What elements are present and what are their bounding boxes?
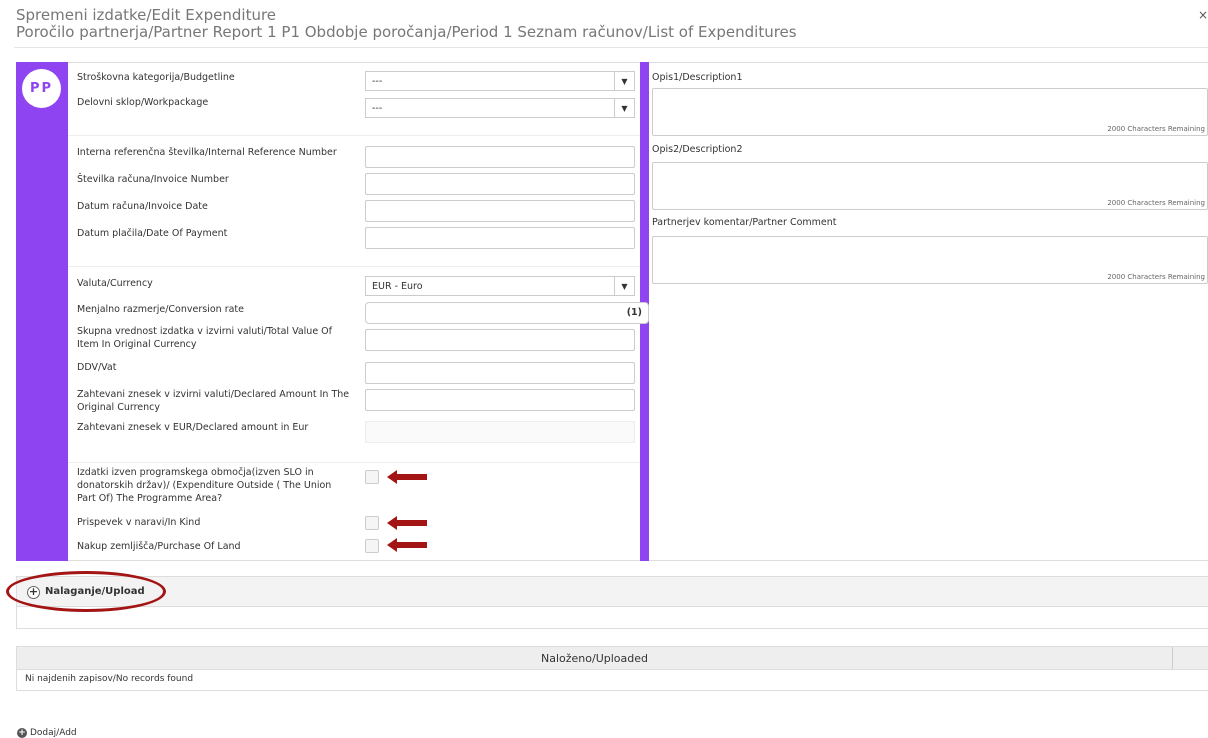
close-icon[interactable]: × [1198,8,1208,22]
invoice-date-label: Datum računa/Invoice Date [77,201,208,212]
description1-label: Opis1/Description1 [652,72,743,83]
description1-textarea[interactable]: 2000 Characters Remaining [652,88,1208,136]
vat-input[interactable] [365,362,635,384]
currency-select[interactable]: EUR - Euro ▼ [365,276,635,296]
upload-panel-header[interactable] [16,576,1208,607]
chevron-down-icon[interactable]: ▼ [614,72,634,90]
vat-label: DDV/Vat [77,362,117,373]
chevron-down-icon[interactable]: ▼ [614,277,634,295]
declared-orig-label: Zahtevani znesek v izvirni valuti/Declar… [77,389,350,413]
breadcrumb: Poročilo partnerja/Partner Report 1 P1 O… [16,23,797,41]
uploaded-table-header: Naloženo/Uploaded [16,646,1208,670]
column-divider [1172,647,1173,669]
internal-ref-input[interactable] [365,146,635,168]
declared-eur-value [365,421,635,443]
char-counter: 2000 Characters Remaining [1107,273,1205,281]
arrow-left-icon [387,516,427,530]
page-title: Spremeni izdatke/Edit Expenditure [16,6,277,24]
table-row: Ni najdenih zapisov/No records found [16,670,1208,691]
partner-badge: PP [22,69,61,108]
uploaded-column-header: Naloženo/Uploaded [541,652,648,665]
header-divider [14,47,1208,48]
conversion-label: Menjalno razmerje/Conversion rate [77,304,244,315]
purchase-land-checkbox[interactable] [365,539,379,553]
budgetline-label: Stroškovna kategorija/Budgetline [77,72,235,83]
in-kind-checkbox[interactable] [365,516,379,530]
description2-textarea[interactable]: 2000 Characters Remaining [652,162,1208,210]
declared-orig-input[interactable] [365,389,635,411]
add-icon[interactable]: + [17,728,27,738]
accent-bar-left [16,62,68,561]
workpackage-select[interactable]: --- ▼ [365,98,635,118]
invoice-number-input[interactable] [365,173,635,195]
section-divider [68,462,640,463]
workpackage-label: Delovni sklop/Workpackage [77,97,209,108]
budgetline-value: --- [372,76,383,87]
total-value-input[interactable] [365,329,635,351]
total-value-label: Skupna vrednost izdatka v izvirni valuti… [77,326,333,350]
currency-label: Valuta/Currency [77,278,153,289]
invoice-date-input[interactable] [365,200,635,222]
upload-panel-body [16,607,1208,629]
conversion-input[interactable]: (1) [365,302,649,324]
budgetline-select[interactable]: --- ▼ [365,71,635,91]
arrow-left-icon [387,470,427,484]
declared-eur-label: Zahtevani znesek v EUR/Declared amount i… [77,422,309,433]
chevron-down-icon[interactable]: ▼ [614,99,634,117]
payment-date-input[interactable] [365,227,635,249]
char-counter: 2000 Characters Remaining [1107,125,1205,133]
section-divider [68,135,640,136]
currency-value: EUR - Euro [372,281,423,292]
in-kind-label: Prispevek v naravi/In Kind [77,517,201,528]
internal-ref-label: Interna referenčna številka/Internal Ref… [77,147,337,158]
outside-area-checkbox[interactable] [365,470,379,484]
description2-label: Opis2/Description2 [652,144,743,155]
payment-date-label: Datum plačila/Date Of Payment [77,228,228,239]
purchase-land-label: Nakup zemljišča/Purchase Of Land [77,541,241,552]
section-divider [68,266,640,267]
annotation-ellipse [6,571,166,612]
partner-comment-label: Partnerjev komentar/Partner Comment [652,217,837,228]
invoice-number-label: Številka računa/Invoice Number [77,174,229,185]
outside-area-label: Izdatki izven programskega območja(izven… [77,467,332,504]
add-button[interactable]: Dodaj/Add [30,728,77,738]
char-counter: 2000 Characters Remaining [1107,199,1205,207]
arrow-left-icon [387,538,427,552]
workpackage-value: --- [372,103,383,114]
partner-comment-textarea[interactable]: 2000 Characters Remaining [652,236,1208,284]
